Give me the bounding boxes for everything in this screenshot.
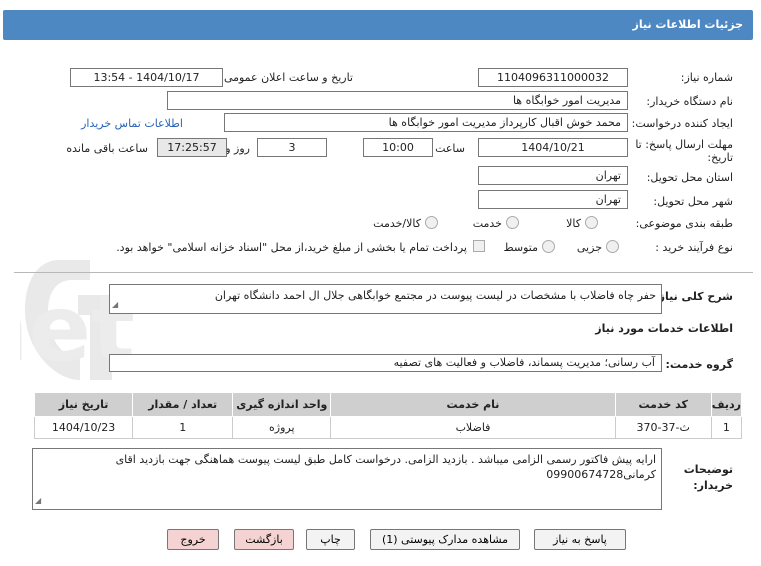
- col-header-code: کد خدمت: [614, 392, 712, 417]
- col-header-name: نام خدمت: [330, 392, 616, 417]
- col-header-date: تاریخ نیاز: [33, 392, 134, 417]
- creator-label: ایجاد کننده درخواست:: [631, 117, 733, 130]
- summary-text: حفر چاه فاضلاب با مشخصات در لیست پیوست د…: [214, 289, 656, 302]
- buyer-org-field[interactable]: مدیریت امور خوابگاه ها: [167, 91, 628, 110]
- exit-button[interactable]: خروج: [167, 529, 219, 550]
- need-details-form: شماره نیاز: 1104096311000032 تاریخ و ساع…: [14, 58, 753, 264]
- buyer-notes-textarea[interactable]: ارایه پیش فاکتور رسمی الزامی میباشد . با…: [32, 448, 662, 510]
- treasury-payment-checkbox[interactable]: [473, 240, 485, 252]
- cell-date: 1404/10/23: [33, 416, 134, 439]
- deadline-date-field[interactable]: 1404/10/21: [478, 138, 628, 157]
- category-option-both: کالا/خدمت: [373, 217, 421, 230]
- category-label: طبقه بندی موضوعی:: [635, 217, 733, 230]
- purchase-type-label: نوع فرآیند خرید :: [655, 241, 733, 254]
- remaining-time-field: 17:25:57: [157, 138, 227, 157]
- title-bar: جزئیات اطلاعات نیاز: [0, 0, 761, 42]
- cell-unit: پروژه: [232, 416, 332, 439]
- city-label: شهر محل تحویل:: [653, 195, 733, 208]
- resize-grip-icon[interactable]: ◢: [35, 493, 41, 508]
- buyer-notes-text: ارایه پیش فاکتور رسمی الزامی میباشد . با…: [115, 453, 656, 481]
- page-title: جزئیات اطلاعات نیاز: [632, 18, 744, 31]
- cell-code: ث-37-370: [614, 416, 712, 439]
- cell-name: فاضلاب: [330, 416, 616, 439]
- province-field[interactable]: تهران: [478, 166, 628, 185]
- purchase-radio-minor[interactable]: [606, 240, 619, 253]
- purchase-option-medium: متوسط: [503, 241, 538, 254]
- city-field[interactable]: تهران: [478, 190, 628, 209]
- days-field[interactable]: 3: [257, 138, 327, 157]
- reply-button[interactable]: پاسخ به نیاز: [534, 529, 626, 550]
- services-section-title: اطلاعات خدمات مورد نیاز: [595, 322, 733, 335]
- buyer-org-label: نام دستگاه خریدار:: [646, 95, 733, 108]
- summary-textarea[interactable]: حفر چاه فاضلاب با مشخصات در لیست پیوست د…: [109, 284, 662, 314]
- announce-date-label: تاریخ و ساعت اعلان عمومی:: [220, 71, 353, 84]
- treasury-payment-note: پرداخت تمام یا بخشی از مبلغ خرید،از محل …: [116, 241, 467, 254]
- deadline-label: مهلت ارسال پاسخ: تا: [635, 138, 733, 151]
- watermark-logo-icon: [25, 260, 90, 380]
- creator-field[interactable]: محمد خوش اقبال کارپرداز مدیریت امور خواب…: [224, 113, 628, 132]
- print-button[interactable]: چاپ: [306, 529, 355, 550]
- announce-date-field[interactable]: 1404/10/17 - 13:54: [70, 68, 223, 87]
- purchase-option-minor: جزیی: [576, 241, 602, 254]
- category-radio-both[interactable]: [425, 216, 438, 229]
- cell-quantity: 1: [132, 416, 234, 439]
- service-group-label: گروه خدمت:: [665, 358, 733, 371]
- purchase-radio-medium[interactable]: [542, 240, 555, 253]
- table-header-row: ردیف کد خدمت نام خدمت واحد اندازه گیری ت…: [33, 392, 743, 417]
- view-attachments-button[interactable]: مشاهده مدارک پیوستی (1): [370, 529, 520, 550]
- title-bar-strip: جزئیات اطلاعات نیاز: [3, 10, 753, 40]
- need-number-label: شماره نیاز:: [680, 71, 733, 84]
- need-number-field[interactable]: 1104096311000032: [478, 68, 628, 87]
- buyer-notes-label: توضیحات: [683, 463, 733, 476]
- deadline-label-date: تاریخ:: [707, 151, 733, 164]
- remaining-label: ساعت باقی مانده: [66, 142, 148, 155]
- table-row[interactable]: 1 ث-37-370 فاضلاب پروژه 1 1404/10/23: [33, 416, 743, 439]
- col-header-quantity: تعداد / مقدار: [132, 392, 234, 417]
- deadline-time-label: ساعت: [435, 142, 465, 155]
- col-header-unit: واحد اندازه گیری: [232, 392, 332, 417]
- days-label: روز و: [225, 142, 250, 155]
- category-option-goods: کالا: [566, 217, 581, 230]
- cell-row-number: 1: [710, 416, 743, 439]
- resize-grip-icon[interactable]: ◢: [112, 297, 118, 312]
- section-divider: [14, 272, 753, 273]
- buyer-contact-link[interactable]: اطلاعات تماس خریدار: [81, 117, 183, 130]
- category-radio-service[interactable]: [506, 216, 519, 229]
- province-label: استان محل تحویل:: [646, 171, 733, 184]
- deadline-time-field[interactable]: 10:00: [363, 138, 433, 157]
- summary-label: شرح کلی نیاز:: [654, 290, 733, 303]
- col-header-row-number: ردیف: [710, 392, 743, 417]
- category-radio-goods[interactable]: [585, 216, 598, 229]
- back-button[interactable]: بازگشت: [234, 529, 294, 550]
- buyer-notes-label-2: خریدار:: [693, 479, 733, 492]
- category-option-service: خدمت: [472, 217, 502, 230]
- service-group-field[interactable]: آب رسانی؛ مدیریت پسماند، فاضلاب و فعالیت…: [109, 354, 662, 372]
- services-table: ردیف کد خدمت نام خدمت واحد اندازه گیری ت…: [33, 392, 743, 439]
